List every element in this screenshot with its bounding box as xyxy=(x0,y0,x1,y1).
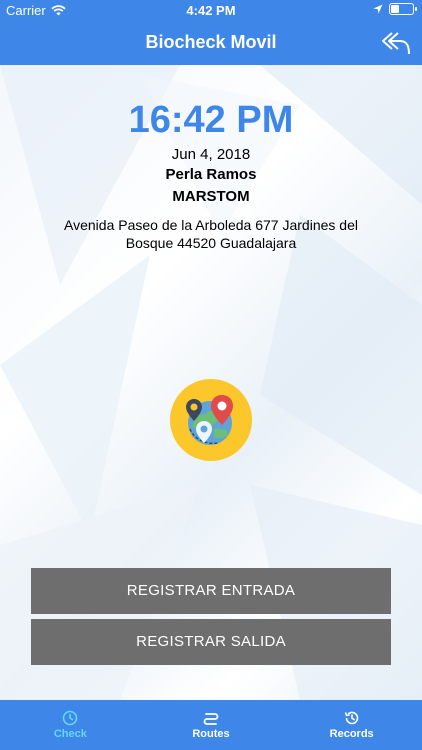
page-title: Biocheck Movil xyxy=(145,32,277,52)
tab-check[interactable]: Check xyxy=(0,700,141,750)
tab-bar: Check Routes Records xyxy=(0,700,422,750)
history-icon xyxy=(344,711,358,725)
tab-records[interactable]: Records xyxy=(281,700,422,750)
clock-icon xyxy=(63,710,78,726)
location-arrow-icon xyxy=(373,4,383,14)
tab-routes[interactable]: Routes xyxy=(141,700,282,750)
app-header: Carrier 4:42 PM Biocheck Movil xyxy=(0,0,422,65)
current-time: 16:42 PM xyxy=(128,99,294,141)
location-map-icon xyxy=(170,379,252,461)
routes-icon xyxy=(203,713,219,725)
check-screen: 16:42 PM Jun 4, 2018 Perla Ramos MARSTOM… xyxy=(0,65,422,700)
battery-icon xyxy=(389,3,417,15)
back-arrow-icon[interactable] xyxy=(380,29,412,57)
tab-records-label: Records xyxy=(329,728,374,740)
current-date: Jun 4, 2018 xyxy=(171,146,251,163)
company-name: MARSTOM xyxy=(172,188,250,205)
current-address: Avenida Paseo de la Arboleda 677 Jardine… xyxy=(64,217,358,251)
status-time: 4:42 PM xyxy=(186,3,236,18)
tab-check-label: Check xyxy=(53,728,87,740)
status-bar: Carrier 4:42 PM xyxy=(0,0,422,22)
check-out-button[interactable]: REGISTRAR SALIDA xyxy=(31,619,391,665)
employee-name: Perla Ramos xyxy=(165,166,257,183)
tab-routes-label: Routes xyxy=(192,728,230,740)
check-in-button[interactable]: REGISTRAR ENTRADA xyxy=(31,568,391,614)
